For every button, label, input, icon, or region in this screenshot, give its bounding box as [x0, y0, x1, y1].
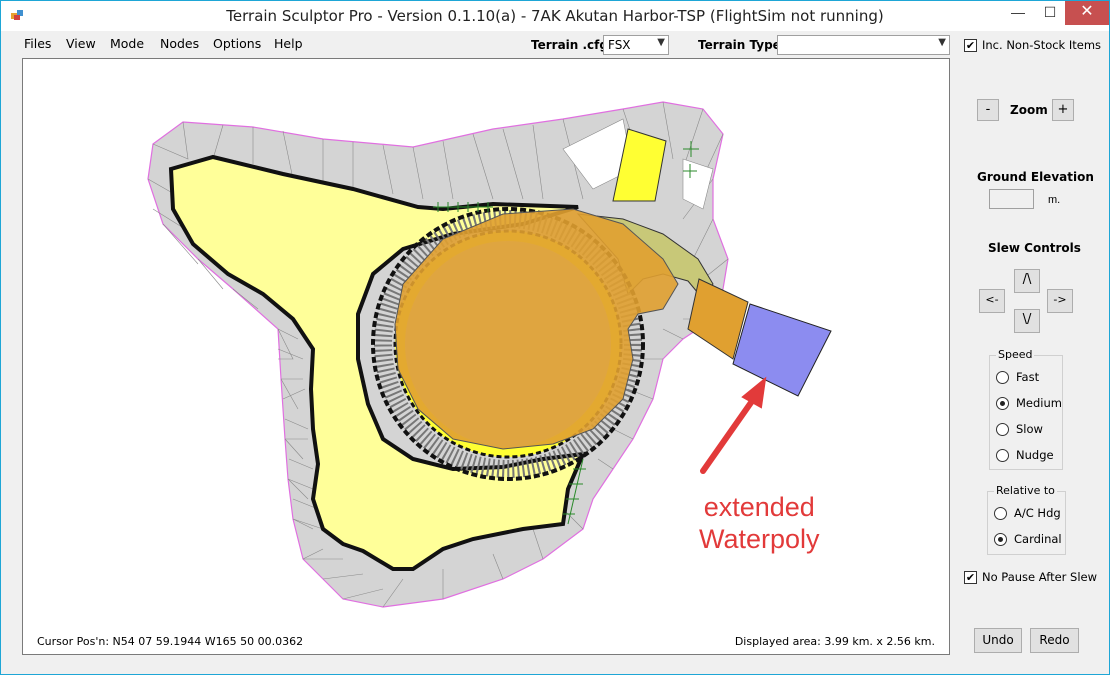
terrain-cfg-label: Terrain .cfg — [531, 38, 608, 52]
window-title: Terrain Sculptor Pro - Version 0.1.10(a)… — [226, 7, 884, 25]
speed-group-title: Speed — [996, 348, 1035, 361]
ground-elevation-field[interactable] — [989, 189, 1034, 209]
slew-up-button[interactable]: /\ — [1014, 269, 1040, 293]
water-ext-blue — [732, 303, 832, 397]
terrain-mesh — [147, 101, 832, 608]
relative-cardinal-radio[interactable]: Cardinal — [994, 532, 1062, 546]
radio-icon — [994, 506, 1007, 520]
redo-button[interactable]: Redo — [1030, 628, 1079, 653]
elevation-unit: m. — [1048, 194, 1061, 206]
speed-fast-radio[interactable]: Fast — [996, 370, 1039, 384]
relative-cardinal-label: Cardinal — [1014, 532, 1062, 546]
annotation-line-2: Waterpoly — [699, 524, 820, 554]
speed-slow-radio[interactable]: Slow — [996, 422, 1043, 436]
annotation-line-1: extended — [703, 492, 815, 522]
terrain-canvas[interactable]: extended Waterpoly Cursor Pos'n: N54 07 … — [22, 58, 950, 655]
close-button[interactable]: ✕ — [1065, 1, 1109, 25]
slew-down-button[interactable]: \/ — [1014, 309, 1040, 333]
slew-controls-label: Slew Controls — [988, 241, 1081, 255]
radio-selected-icon — [994, 532, 1007, 546]
terrain-cfg-select[interactable]: FSX ▼ — [603, 35, 669, 55]
slew-left-button[interactable]: <- — [979, 289, 1005, 313]
no-pause-checkbox[interactable]: ✔ No Pause After Slew — [964, 570, 1097, 584]
speed-group: Speed Fast Medium Slow Nudge — [989, 348, 1063, 470]
app-window: Terrain Sculptor Pro - Version 0.1.10(a)… — [0, 0, 1110, 675]
chevron-down-icon: ▼ — [938, 37, 946, 48]
radio-icon — [996, 422, 1009, 436]
inc-nonstock-checkbox[interactable]: ✔ Inc. Non-Stock Items — [964, 38, 1101, 52]
undo-button[interactable]: Undo — [974, 628, 1022, 653]
no-pause-label: No Pause After Slew — [982, 570, 1098, 584]
inc-nonstock-label: Inc. Non-Stock Items — [982, 38, 1102, 52]
cursor-position: Cursor Pos'n: N54 07 59.1944 W165 50 00.… — [37, 635, 304, 648]
slew-right-button[interactable]: -> — [1047, 289, 1073, 313]
speed-fast-label: Fast — [1016, 370, 1040, 384]
relative-group: Relative to A/C Hdg Cardinal — [987, 484, 1066, 555]
menu-files[interactable]: Files — [24, 36, 51, 51]
annotation-arrow — [700, 376, 767, 474]
menu-options[interactable]: Options — [213, 36, 261, 51]
zoom-in-button[interactable]: + — [1052, 99, 1074, 121]
title-bar: Terrain Sculptor Pro - Version 0.1.10(a)… — [1, 1, 1109, 31]
zoom-label: Zoom — [1010, 103, 1048, 117]
chevron-down-icon: ▼ — [657, 37, 665, 48]
radio-icon — [996, 448, 1009, 462]
relative-ac-hdg-radio[interactable]: A/C Hdg — [994, 506, 1061, 520]
radio-selected-icon — [996, 396, 1009, 410]
ground-elevation-label: Ground Elevation — [977, 170, 1094, 184]
checkbox-check-icon: ✔ — [964, 570, 977, 584]
displayed-area: Displayed area: 3.99 km. x 2.56 km. — [734, 635, 935, 648]
speed-slow-label: Slow — [1016, 422, 1043, 436]
relative-ac-hdg-label: A/C Hdg — [1014, 506, 1061, 520]
speed-nudge-label: Nudge — [1016, 448, 1054, 462]
speed-medium-label: Medium — [1016, 396, 1062, 410]
relative-group-title: Relative to — [994, 484, 1057, 497]
radio-icon — [996, 370, 1009, 384]
menu-nodes[interactable]: Nodes — [160, 36, 199, 51]
menu-help[interactable]: Help — [274, 36, 303, 51]
menu-mode[interactable]: Mode — [110, 36, 144, 51]
speed-nudge-radio[interactable]: Nudge — [996, 448, 1054, 462]
zoom-out-button[interactable]: - — [977, 99, 999, 121]
maximize-button[interactable]: ☐ — [1033, 1, 1067, 25]
checkbox-check-icon: ✔ — [964, 38, 977, 52]
minimize-button[interactable]: — — [1001, 1, 1035, 25]
terrain-cfg-value: FSX — [608, 38, 631, 52]
annotation-label: extended Waterpoly — [699, 491, 820, 555]
speed-medium-radio[interactable]: Medium — [996, 396, 1062, 410]
terrain-type-select[interactable]: ▼ — [777, 35, 950, 55]
menu-view[interactable]: View — [66, 36, 96, 51]
terrain-type-label: Terrain Type — [698, 38, 781, 52]
